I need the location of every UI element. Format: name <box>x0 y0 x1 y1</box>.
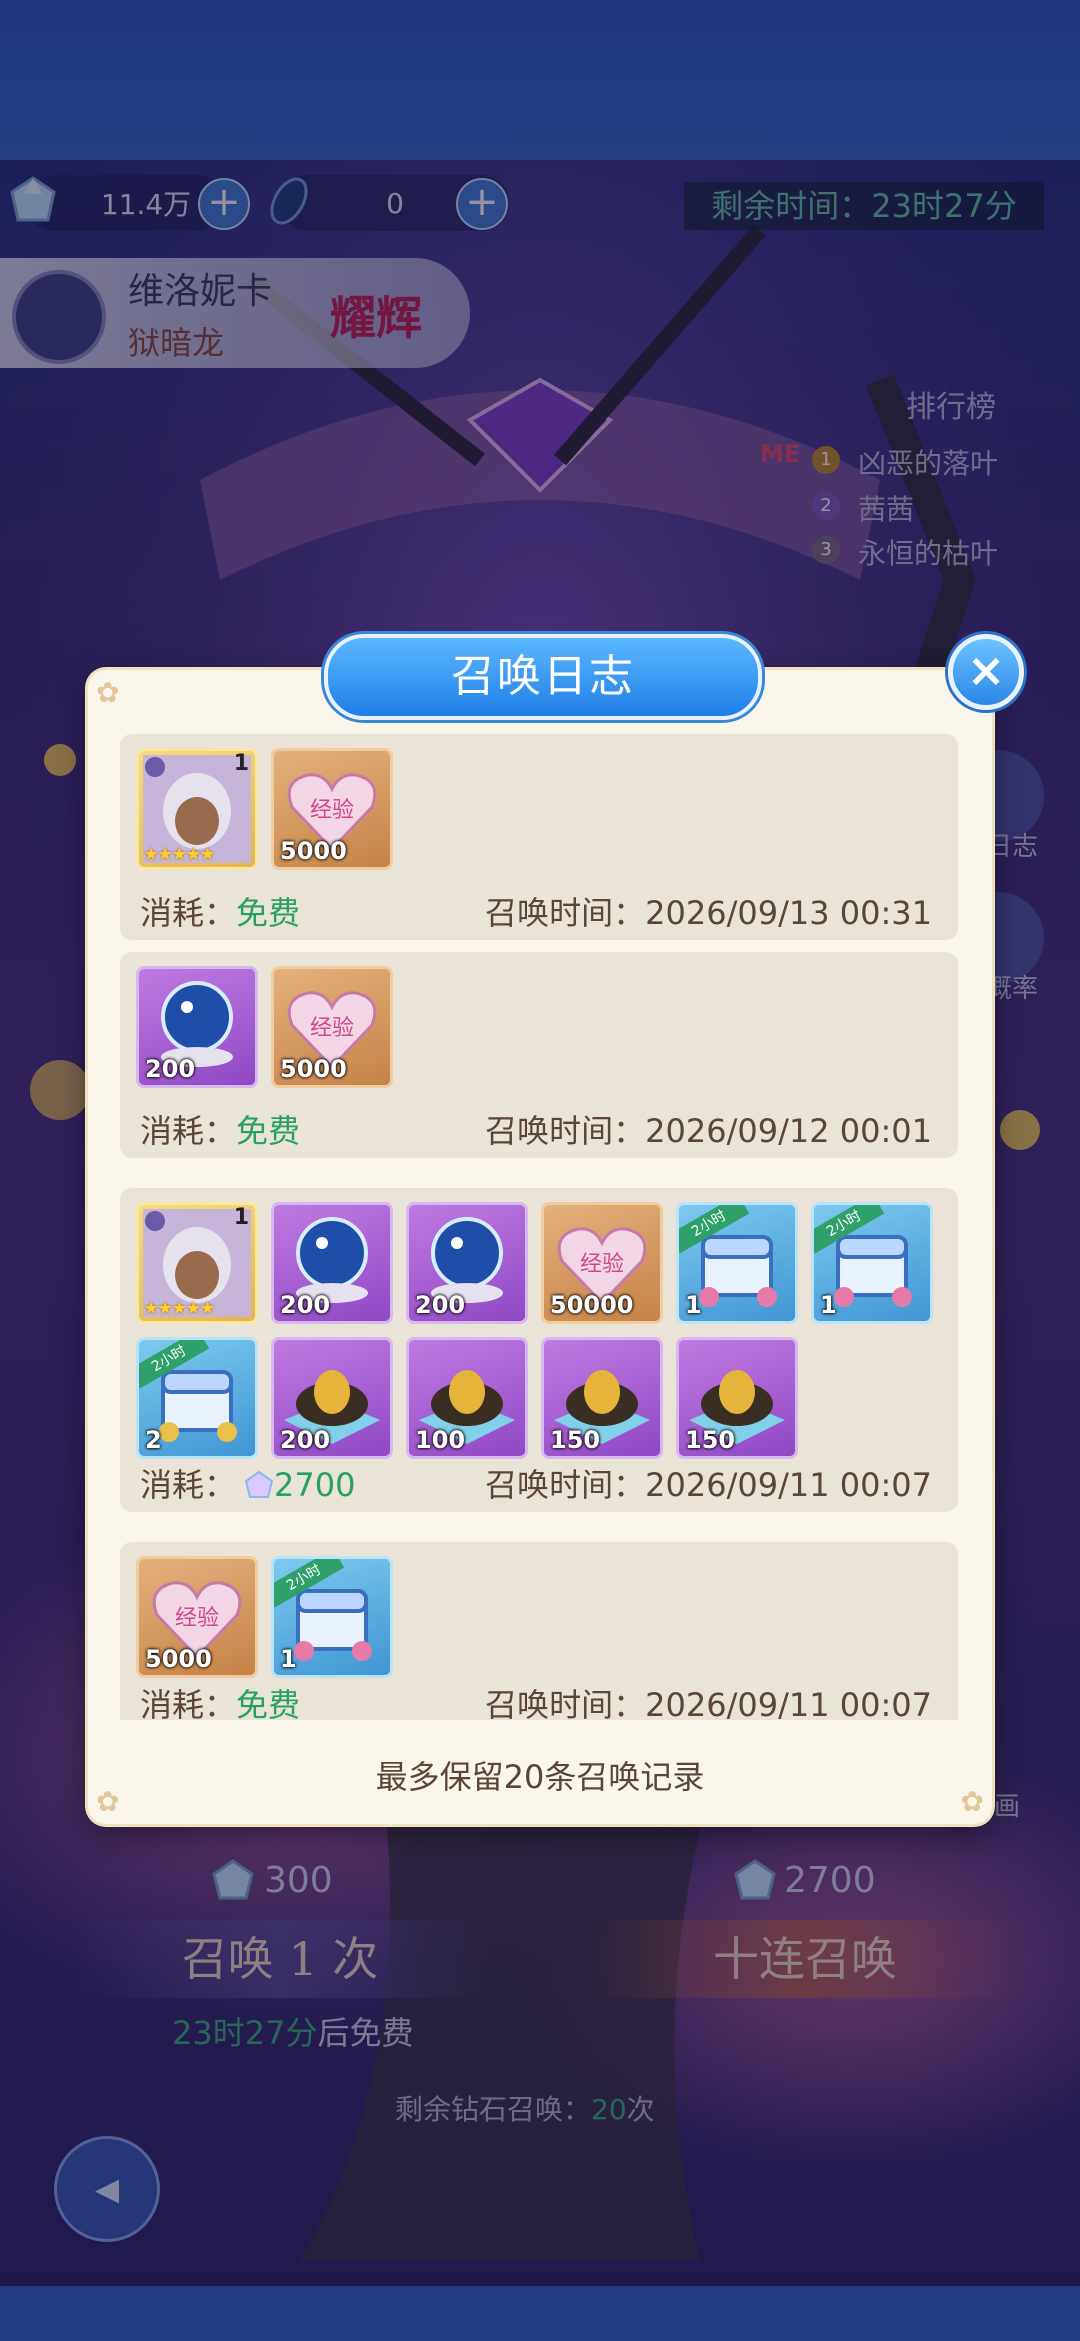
cost-label: 消耗： <box>140 1466 237 1504</box>
time-value: 2026/09/11 00:07 <box>645 1686 932 1720</box>
time-value: 2026/09/13 00:31 <box>645 894 932 932</box>
item-quantity: 5000 <box>145 1645 212 1673</box>
time-value: 2026/09/11 00:07 <box>645 1466 932 1504</box>
time-label: 召唤时间： <box>485 1466 646 1504</box>
summon-time: 召唤时间：2026/09/13 00:31 <box>485 888 932 934</box>
diamond-icon <box>244 1470 274 1498</box>
exp-heart-item[interactable]: 经验 5000 <box>136 1556 258 1678</box>
item-quantity: 1 <box>685 1291 702 1319</box>
svg-text:经验: 经验 <box>580 1252 624 1277</box>
exp-heart-item[interactable]: 经验 50000 <box>541 1202 663 1324</box>
gold-egg-item[interactable]: 150 <box>676 1337 798 1459</box>
item-quantity: 200 <box>280 1291 331 1319</box>
item-quantity: 200 <box>280 1426 331 1454</box>
svg-text:经验: 经验 <box>310 1016 354 1041</box>
item-quantity: 5000 <box>280 837 347 865</box>
log-entry-info: 消耗：免费 召唤时间：2026/09/11 00:07 <box>140 1680 946 1720</box>
gold-egg-item[interactable]: 150 <box>541 1337 663 1459</box>
summon-log-list[interactable]: 1 ★★★★★ 经验 5000 消耗：免费 召唤时间：2026/09/13 00:31 20… <box>114 720 964 1720</box>
cost-label: 消耗： <box>140 1112 237 1150</box>
cost-value: 免费 <box>236 1686 301 1720</box>
corner-ornament-icon: ✿ <box>96 676 120 709</box>
log-entry: 经验 5000 2小时 1 消耗：免费 召唤时间：2026/09/11 00:07 <box>120 1542 958 1720</box>
time-label: 召唤时间： <box>485 1686 646 1720</box>
time-label: 召唤时间： <box>485 1112 646 1150</box>
log-entry: 200 经验 5000 消耗：免费 召唤时间：2026/09/12 00:01 <box>120 952 958 1158</box>
star-orb-item[interactable]: 200 <box>136 966 258 1088</box>
cost-label: 消耗： <box>140 1686 237 1720</box>
log-entry: 1 ★★★★★ 200 200 经验 50000 2小时 1 2小时 1 2小时 2 200 100 150… <box>120 1188 958 1512</box>
close-button[interactable]: × <box>948 634 1024 710</box>
log-entry-info: 消耗： 2700 召唤时间：2026/09/11 00:07 <box>140 1460 946 1506</box>
item-quantity: 50000 <box>550 1291 634 1319</box>
summon-time: 召唤时间：2026/09/11 00:07 <box>485 1680 932 1720</box>
item-quantity: 1 <box>233 1205 249 1230</box>
gold-egg-item[interactable]: 100 <box>406 1337 528 1459</box>
star-orb-item[interactable]: 200 <box>406 1202 528 1324</box>
gold-chest-item[interactable]: 2小时 2 <box>136 1337 258 1459</box>
svg-text:经验: 经验 <box>310 798 354 823</box>
time-label: 召唤时间： <box>485 894 646 932</box>
gold-egg-item[interactable]: 200 <box>271 1337 393 1459</box>
item-quantity: 150 <box>550 1426 601 1454</box>
svg-text:经验: 经验 <box>175 1606 219 1631</box>
chest-item[interactable]: 2小时 1 <box>811 1202 933 1324</box>
hero-card-item[interactable]: 1 ★★★★★ <box>136 1202 258 1324</box>
item-quantity: 2 <box>145 1426 162 1454</box>
star-rating-icon: ★★★★★ <box>143 844 216 865</box>
item-quantity: 150 <box>685 1426 736 1454</box>
item-quantity: 1 <box>820 1291 837 1319</box>
log-entry: 1 ★★★★★ 经验 5000 消耗：免费 召唤时间：2026/09/13 00:31 <box>120 734 958 940</box>
item-quantity: 200 <box>145 1055 196 1083</box>
exp-heart-item[interactable]: 经验 5000 <box>271 966 393 1088</box>
star-rating-icon: ★★★★★ <box>143 1298 216 1319</box>
dialog-title: 召唤日志 <box>324 634 762 720</box>
cost-value: 免费 <box>236 894 301 932</box>
time-value: 2026/09/12 00:01 <box>645 1112 932 1150</box>
chest-item[interactable]: 2小时 1 <box>676 1202 798 1324</box>
star-orb-item[interactable]: 200 <box>271 1202 393 1324</box>
item-quantity: 1 <box>233 751 249 776</box>
log-footer-note: 最多保留20条召唤记录 <box>375 1758 705 1796</box>
log-entry-info: 消耗：免费 召唤时间：2026/09/12 00:01 <box>140 1106 946 1152</box>
cost-label: 消耗： <box>140 894 237 932</box>
chest-item[interactable]: 2小时 1 <box>271 1556 393 1678</box>
log-entry-info: 消耗：免费 召唤时间：2026/09/13 00:31 <box>140 888 946 934</box>
summon-time: 召唤时间：2026/09/12 00:01 <box>485 1106 932 1152</box>
hero-card-item[interactable]: 1 ★★★★★ <box>136 748 258 870</box>
item-quantity: 1 <box>280 1645 297 1673</box>
item-quantity: 5000 <box>280 1055 347 1083</box>
item-quantity: 200 <box>415 1291 466 1319</box>
cost-value: 2700 <box>274 1466 356 1504</box>
item-quantity: 100 <box>415 1426 466 1454</box>
cost-value: 免费 <box>236 1112 301 1150</box>
summon-time: 召唤时间：2026/09/11 00:07 <box>485 1460 932 1506</box>
exp-heart-item[interactable]: 经验 5000 <box>271 748 393 870</box>
